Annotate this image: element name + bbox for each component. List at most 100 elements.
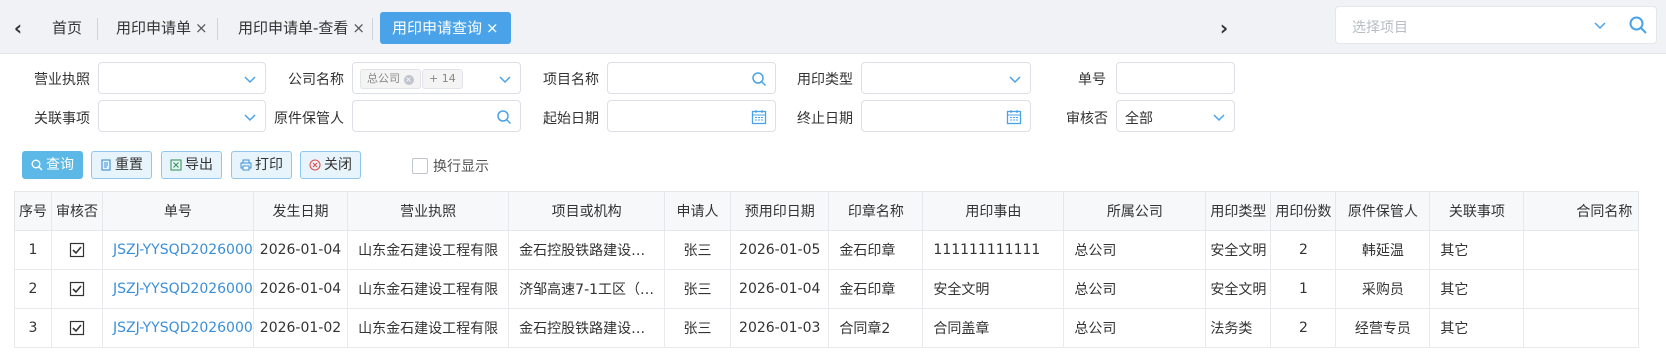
tab-label: 用印申请单 — [116, 19, 192, 37]
reviewed-select[interactable]: 全部 — [1116, 100, 1235, 132]
keeper-cell: 韩延温 — [1335, 230, 1431, 270]
column-header[interactable]: 发生日期 — [252, 191, 349, 231]
column-header[interactable]: 印章名称 — [828, 191, 924, 231]
company-name-label: 公司名称 — [288, 72, 344, 88]
end-date-input[interactable] — [861, 100, 1031, 132]
start-date-input[interactable] — [607, 100, 776, 132]
end-date-label: 终止日期 — [797, 111, 853, 127]
related-cell: 其它 — [1429, 269, 1525, 309]
table-row[interactable]: 2 JSZJ-YYSQD2026000 2026-01-04 山东金石建设工程有… — [14, 269, 1640, 309]
column-header[interactable]: 序号 — [14, 191, 52, 231]
company-cell: 总公司 — [1063, 230, 1207, 270]
chevron-down-icon — [1213, 114, 1225, 122]
column-header[interactable]: 预用印日期 — [730, 191, 830, 231]
date-cell: 2026-01-04 — [252, 230, 349, 270]
export-button[interactable]: 导出 — [161, 151, 222, 179]
column-header[interactable]: 原件保管人 — [1335, 191, 1431, 231]
column-header[interactable]: 关联事项 — [1429, 191, 1525, 231]
copies-cell: 1 — [1270, 269, 1337, 309]
tab-seal-application-view[interactable]: 用印申请单-查看 × — [226, 12, 377, 44]
order-no-input[interactable] — [1116, 62, 1235, 94]
column-header[interactable]: 所属公司 — [1063, 191, 1207, 231]
company-name-select[interactable]: 总公司 × + 14 — [352, 62, 521, 94]
tab-seal-application[interactable]: 用印申请单 × — [104, 12, 220, 44]
original-keeper-input[interactable] — [352, 100, 521, 132]
calendar-icon[interactable] — [1006, 109, 1022, 125]
applicant-cell: 张三 — [664, 230, 732, 270]
project-cell: 金石控股铁路建设… — [508, 230, 666, 270]
seal-name-cell: 金石印章 — [828, 269, 924, 309]
calendar-icon[interactable] — [751, 109, 767, 125]
table-row[interactable]: 3 JSZJ-YYSQD2026000 2026-01-02 山东金石建设工程有… — [14, 308, 1640, 348]
seal-type-cell: 安全文明 — [1205, 230, 1272, 270]
tabs-prev-arrow-icon[interactable]: ‹ — [10, 18, 26, 38]
tab-seal-query[interactable]: 用印申请查询 × — [380, 12, 511, 44]
seal-name-cell: 金石印章 — [828, 230, 924, 270]
column-header[interactable]: 合同名称 — [1523, 191, 1640, 231]
tab-label: 用印申请单-查看 — [238, 19, 349, 37]
chevron-down-icon — [244, 114, 256, 122]
date-cell: 2026-01-04 — [252, 269, 349, 309]
close-icon[interactable]: × — [352, 19, 365, 37]
column-header[interactable]: 申请人 — [664, 191, 732, 231]
printer-icon — [240, 159, 252, 171]
close-icon[interactable]: × — [195, 19, 208, 37]
checked-checkbox-icon — [69, 242, 85, 258]
seq-cell: 2 — [14, 269, 52, 309]
query-button-label: 查询 — [46, 157, 74, 173]
column-header[interactable]: 项目或机构 — [508, 191, 666, 231]
column-header[interactable]: 单号 — [102, 191, 254, 231]
search-icon[interactable] — [496, 109, 512, 125]
tab-divider — [217, 18, 218, 40]
tab-home[interactable]: 首页 — [40, 12, 94, 44]
applicant-cell: 张三 — [664, 269, 732, 309]
seal-type-select[interactable] — [861, 62, 1031, 94]
license-cell: 山东金石建设工程有限 — [347, 230, 510, 270]
tab-divider — [372, 18, 373, 40]
order-no-link[interactable]: JSZJ-YYSQD2026000 — [102, 230, 254, 270]
project-cell: 济邹高速7-1工区（… — [508, 269, 666, 309]
reset-button[interactable]: 重置 — [91, 151, 152, 179]
export-button-label: 导出 — [185, 157, 213, 173]
wrap-display-label: 换行显示 — [433, 159, 489, 175]
order-no-link[interactable]: JSZJ-YYSQD2026000 — [102, 269, 254, 309]
close-icon[interactable]: × — [486, 19, 499, 37]
copies-cell: 2 — [1270, 230, 1337, 270]
project-name-input[interactable] — [607, 62, 776, 94]
company-tag-more: + 14 — [422, 69, 463, 89]
reviewed-select-value: 全部 — [1125, 111, 1153, 127]
reason-cell: 合同盖章 — [922, 308, 1065, 348]
query-button[interactable]: 查询 — [22, 151, 83, 179]
column-header[interactable]: 审核否 — [51, 191, 103, 231]
wrap-display-checkbox[interactable] — [412, 158, 428, 174]
company-cell: 总公司 — [1063, 269, 1207, 309]
print-button-label: 打印 — [255, 157, 283, 173]
project-select-placeholder: 选择项目 — [1352, 20, 1408, 36]
related-item-select[interactable] — [98, 100, 266, 132]
seal-type-label: 用印类型 — [797, 72, 853, 88]
column-header[interactable]: 营业执照 — [347, 191, 510, 231]
print-button[interactable]: 打印 — [231, 151, 292, 179]
table-row[interactable]: 1 JSZJ-YYSQD2026000 2026-01-04 山东金石建设工程有… — [14, 230, 1640, 270]
tab-bar: ‹ 首页 用印申请单 × 用印申请单-查看 × 用印申请查询 × › 选择项目 — [0, 0, 1666, 54]
keeper-cell: 经营专员 — [1335, 308, 1431, 348]
related-item-label: 关联事项 — [34, 111, 90, 127]
checked-checkbox-icon — [69, 281, 85, 297]
column-header[interactable]: 用印事由 — [922, 191, 1065, 231]
project-select[interactable]: 选择项目 — [1335, 6, 1657, 44]
order-no-link[interactable]: JSZJ-YYSQD2026000 — [102, 308, 254, 348]
close-button[interactable]: 关闭 — [300, 151, 361, 179]
company-cell: 总公司 — [1063, 308, 1207, 348]
tabs-next-arrow-icon[interactable]: › — [1216, 18, 1232, 38]
column-header[interactable]: 用印份数 — [1270, 191, 1337, 231]
tag-close-icon[interactable]: × — [403, 75, 414, 85]
search-icon[interactable] — [751, 71, 767, 87]
license-cell: 山东金石建设工程有限 — [347, 269, 510, 309]
search-icon[interactable] — [1628, 15, 1648, 35]
original-keeper-label: 原件保管人 — [274, 111, 344, 127]
column-header[interactable]: 用印类型 — [1205, 191, 1272, 231]
business-license-select[interactable] — [98, 62, 266, 94]
tab-label: 用印申请查询 — [392, 19, 483, 37]
seq-cell: 3 — [14, 308, 52, 348]
related-cell: 其它 — [1429, 230, 1525, 270]
